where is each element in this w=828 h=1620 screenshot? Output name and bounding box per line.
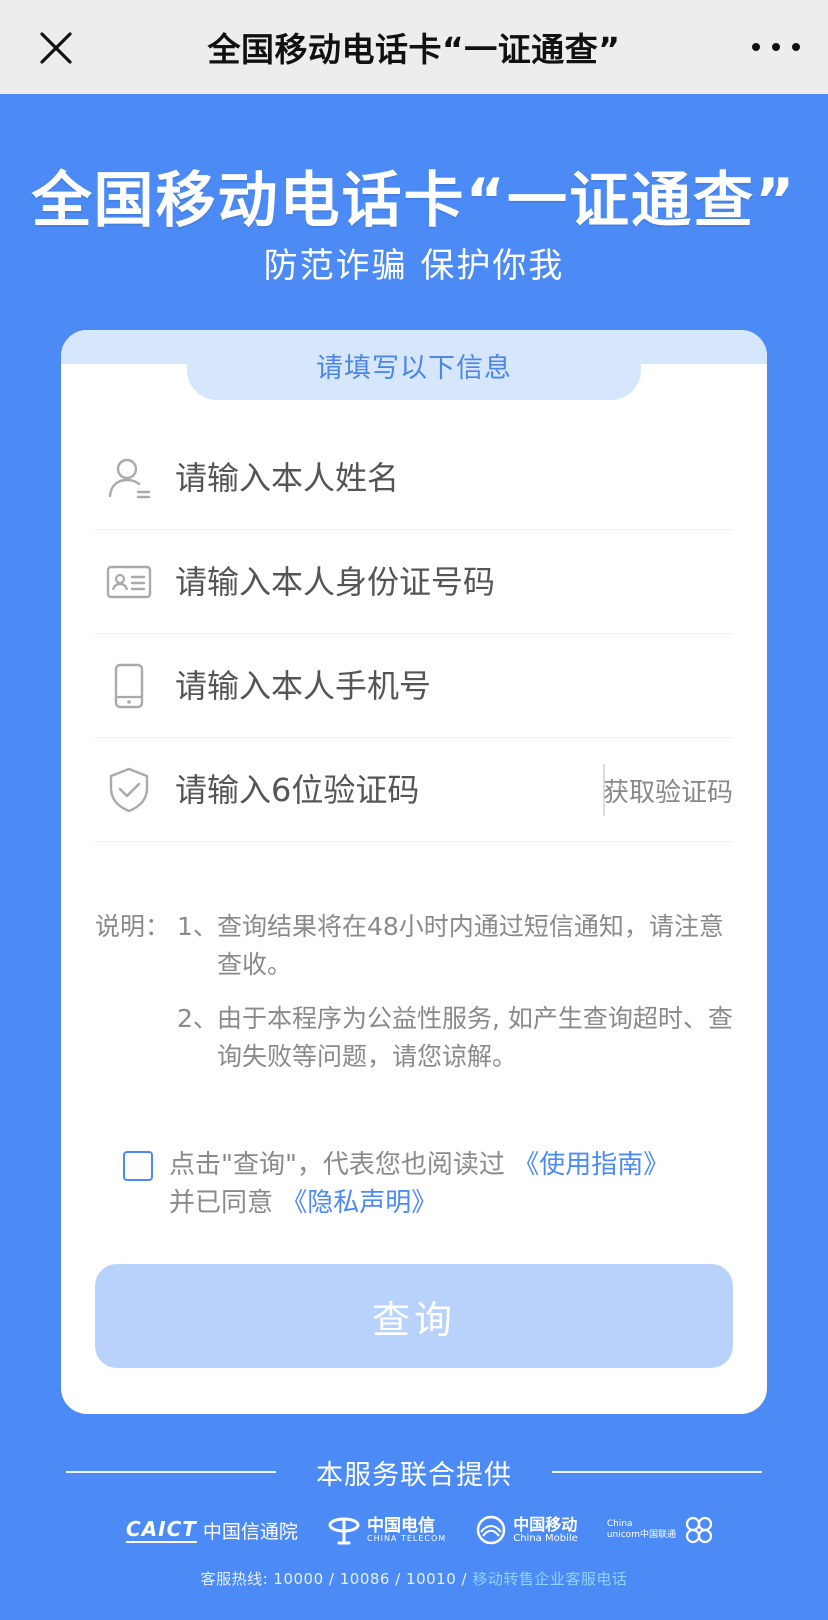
id-number-input[interactable]	[175, 562, 535, 601]
notes-section: 说明： 1、 查询结果将在48小时内通过短信通知，请注意查收。 2、 由于本程序…	[95, 908, 735, 1076]
china-mobile-logo: 中国移动 China Mobile	[475, 1514, 578, 1546]
close-icon	[40, 32, 72, 64]
privacy-statement-link[interactable]: 《隐私声明》	[281, 1188, 437, 1218]
name-input[interactable]	[175, 458, 535, 497]
mvno-hotline-link[interactable]: 移动转售企业客服电话	[472, 1570, 627, 1588]
phone-input[interactable]	[175, 666, 535, 705]
id-card-icon	[106, 565, 152, 598]
more-options-button[interactable]	[752, 32, 800, 62]
note-text: 由于本程序为公益性服务, 如产生查询超时、查询失败等问题，请您谅解。	[217, 1004, 733, 1071]
card-tab-label: 请填写以下信息	[187, 330, 641, 400]
note-text: 查询结果将在48小时内通过短信通知，请注意查收。	[217, 912, 724, 979]
usage-guide-link[interactable]: 《使用指南》	[513, 1150, 669, 1180]
agreement-row: 点击"查询"，代表您也阅读过 《使用指南》 并已同意 《隐私声明》	[123, 1146, 723, 1222]
id-field-row	[95, 530, 733, 634]
more-dots-icon	[752, 43, 760, 51]
note-number: 2、	[177, 1004, 218, 1033]
verification-code-input[interactable]	[175, 770, 535, 809]
divider-line	[552, 1471, 762, 1473]
form-card: 请填写以下信息 请输入本人姓名 请输入本人身份证号码 请输入本人手机号 请输入6…	[61, 330, 767, 1414]
hero-title: 全国移动电话卡“一证通查”	[31, 166, 797, 236]
notes-label: 说明：	[95, 912, 171, 941]
mobile-phone-icon	[114, 663, 144, 708]
user-icon	[108, 458, 151, 498]
close-button[interactable]	[36, 28, 76, 68]
caict-logo: CAICT 中国信通院	[126, 1517, 298, 1543]
page-title: 全国移动电话卡“一证通查”	[207, 30, 621, 69]
name-field-row	[95, 426, 733, 530]
hotline-text: 客服热线: 10000 / 10086 / 10010 / 移动转售企业客服电话	[200, 1570, 628, 1588]
partner-logos: CAICT 中国信通院 中国电信 CHINA TELECOM 中国移动 Chin…	[126, 1502, 716, 1558]
provider-header: 本服务联合提供	[0, 1452, 828, 1492]
agreement-checkbox[interactable]	[123, 1151, 153, 1181]
note-number: 1、	[177, 912, 218, 941]
code-field-row: 获取验证码	[95, 738, 733, 842]
china-telecom-logo: 中国电信 CHINA TELECOM	[327, 1513, 446, 1547]
phone-field-row	[95, 634, 733, 738]
divider-line	[66, 1471, 276, 1473]
provider-text: 本服务联合提供	[316, 1459, 512, 1491]
china-telecom-icon	[328, 1517, 360, 1545]
agreement-text: 点击"查询"，代表您也阅读过 《使用指南》 并已同意 《隐私声明》	[169, 1150, 670, 1218]
china-mobile-icon	[476, 1515, 506, 1545]
query-button[interactable]: 查询	[95, 1264, 733, 1368]
china-unicom-knot-icon	[685, 1516, 713, 1544]
shield-check-icon	[109, 767, 149, 812]
china-unicom-logo: China unicom中国联通	[607, 1515, 716, 1545]
hero-subtitle: 防范诈骗 保护你我	[263, 246, 565, 286]
get-code-button[interactable]: 获取验证码	[603, 738, 733, 842]
top-nav-bar: 全国移动电话卡“一证通查”	[0, 0, 828, 94]
